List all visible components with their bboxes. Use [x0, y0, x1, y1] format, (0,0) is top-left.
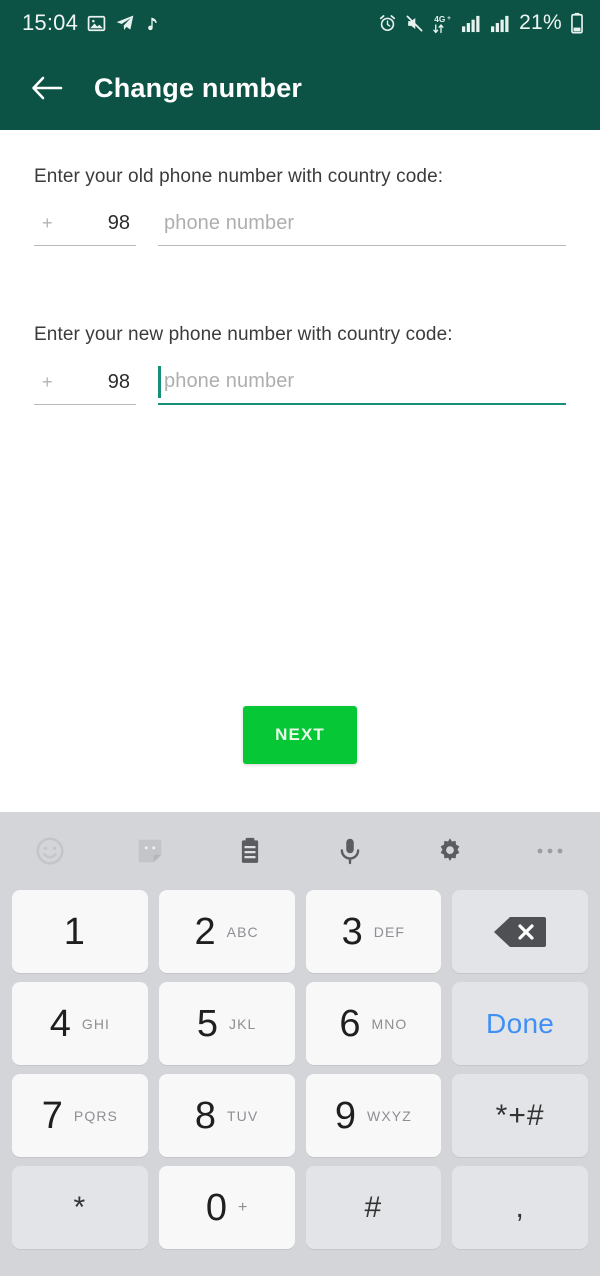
keyboard-row: 7 PQRS 8 TUV 9 WXYZ *+#	[12, 1074, 588, 1157]
key-label: #	[364, 1190, 383, 1224]
network-4g-plus-icon: 4G +	[432, 13, 453, 34]
keyboard-toolbar	[0, 812, 600, 890]
new-number-row: + 98 phone number	[34, 366, 566, 405]
old-country-code-field[interactable]: + 98	[34, 212, 136, 246]
music-note-icon	[144, 14, 160, 32]
key-label: *+#	[495, 1098, 545, 1132]
key-label: 6	[339, 1002, 361, 1045]
key-sublabel: WXYZ	[367, 1107, 412, 1124]
on-screen-keyboard: 1 2 ABC 3 DEF 4 GHI 5 JKL 6 MNO Done 7 P…	[0, 812, 600, 1276]
status-bar: 15:04 4G + 21%	[0, 0, 600, 46]
key-sublabel: +	[238, 1198, 248, 1216]
back-arrow-icon	[32, 76, 63, 100]
key-label: 0	[205, 1186, 228, 1229]
field-spacer	[34, 246, 566, 288]
more-options-icon[interactable]	[500, 812, 600, 890]
key-3[interactable]: 3 DEF	[305, 890, 442, 973]
page-title: Change number	[94, 72, 303, 103]
status-bar-left: 15:04	[22, 10, 160, 36]
key-8[interactable]: 8 TUV	[158, 1074, 295, 1157]
svg-text:4G: 4G	[434, 15, 445, 24]
new-number-label: Enter your new phone number with country…	[34, 324, 453, 345]
keyboard-rows: 1 2 ABC 3 DEF 4 GHI 5 JKL 6 MNO Done 7 P…	[0, 890, 600, 1249]
key-5[interactable]: 5 JKL	[158, 982, 295, 1065]
old-country-code-value: 98	[107, 212, 130, 234]
new-phone-input[interactable]: phone number	[158, 366, 566, 405]
key-6[interactable]: 6 MNO	[305, 982, 442, 1065]
mute-icon	[405, 14, 424, 33]
old-number-row: + 98 phone number	[34, 212, 566, 246]
key-sublabel: GHI	[81, 1015, 111, 1032]
backspace-icon	[492, 915, 548, 949]
next-button[interactable]: NEXT	[243, 706, 357, 764]
key-9[interactable]: 9 WXYZ	[305, 1074, 442, 1157]
key-label: 1	[63, 910, 85, 953]
key-sublabel: JKL	[228, 1015, 257, 1032]
key-label: 7	[41, 1094, 63, 1137]
key-7[interactable]: 7 PQRS	[12, 1074, 148, 1157]
microphone-icon[interactable]	[300, 812, 400, 890]
old-number-label: Enter your old phone number with country…	[34, 166, 444, 187]
old-phone-input[interactable]: phone number	[158, 212, 566, 246]
key-backspace[interactable]	[452, 890, 588, 973]
key-label: 3	[341, 910, 363, 953]
signal-bars-sim2-icon	[490, 14, 511, 33]
back-button[interactable]	[26, 67, 68, 109]
key-sublabel: PQRS	[73, 1107, 118, 1124]
battery-percent-label: 21%	[519, 11, 562, 34]
key-hash[interactable]: #	[305, 1166, 442, 1249]
svg-text:+: +	[447, 14, 451, 21]
status-bar-right: 4G + 21%	[378, 11, 584, 35]
keyboard-row: * 0 + # ,	[12, 1166, 588, 1249]
key-label: 2	[194, 910, 216, 953]
new-country-code-field[interactable]: + 98	[34, 371, 136, 405]
alarm-icon	[378, 14, 397, 33]
text-cursor	[158, 366, 161, 398]
telegram-icon	[115, 13, 135, 33]
emoji-icon[interactable]	[0, 812, 100, 890]
key-label: 8	[194, 1094, 217, 1137]
new-country-plus: +	[42, 372, 53, 392]
key-0[interactable]: 0 +	[158, 1166, 295, 1249]
phone-screen: 15:04 4G + 21% Change number Enter your …	[0, 0, 600, 1276]
keyboard-row: 1 2 ABC 3 DEF	[12, 890, 588, 973]
key-label: Done	[486, 1007, 555, 1039]
key-2[interactable]: 2 ABC	[158, 890, 295, 973]
main-content: Enter your old phone number with country…	[0, 130, 600, 812]
battery-icon	[570, 12, 584, 34]
key-label: *	[73, 1190, 87, 1224]
key-comma[interactable]: ,	[452, 1166, 588, 1249]
key-label: 5	[196, 1002, 218, 1045]
key-sublabel: ABC	[226, 923, 259, 940]
status-clock: 15:04	[22, 10, 79, 35]
signal-bars-sim1-icon	[461, 14, 482, 33]
photo-icon	[87, 14, 106, 33]
key-sublabel: MNO	[371, 1015, 408, 1032]
sticker-icon[interactable]	[100, 812, 200, 890]
gear-icon[interactable]	[400, 812, 500, 890]
key-done[interactable]: Done	[452, 982, 588, 1065]
key-sublabel: TUV	[227, 1107, 259, 1124]
key-1[interactable]: 1	[12, 890, 148, 973]
app-bar: Change number	[0, 46, 600, 130]
key-asterisk[interactable]: *	[12, 1166, 148, 1249]
clipboard-icon[interactable]	[200, 812, 300, 890]
new-phone-placeholder: phone number	[164, 370, 295, 392]
key-sublabel: DEF	[373, 923, 406, 940]
key-label: ,	[515, 1190, 525, 1224]
key-symbols[interactable]: *+#	[452, 1074, 588, 1157]
next-button-container: NEXT	[0, 706, 600, 764]
new-country-code-value: 98	[107, 371, 130, 393]
key-4[interactable]: 4 GHI	[12, 982, 148, 1065]
old-country-plus: +	[42, 213, 53, 233]
key-label: 9	[334, 1094, 357, 1137]
keyboard-row: 4 GHI 5 JKL 6 MNO Done	[12, 982, 588, 1065]
key-label: 4	[49, 1002, 71, 1045]
old-phone-placeholder: phone number	[164, 212, 295, 234]
